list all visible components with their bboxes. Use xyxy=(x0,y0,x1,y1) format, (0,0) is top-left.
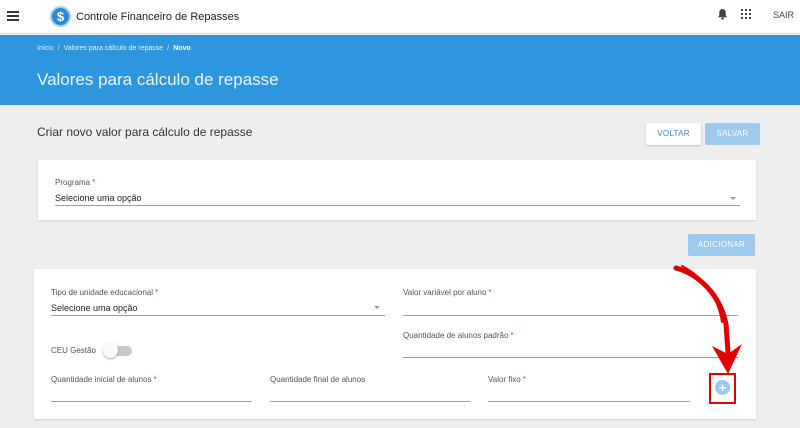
breadcrumb-item-current: Novo xyxy=(173,45,191,52)
breadcrumb-item-valores[interactable]: Valores para cálculo de repasse xyxy=(64,45,163,52)
chevron-down-icon[interactable] xyxy=(730,197,736,200)
breadcrumb-separator: / xyxy=(167,45,170,52)
top-bar: $ Controle Financeiro de Repasses SAIR xyxy=(0,0,800,34)
valor-fixo-input[interactable] xyxy=(488,401,690,402)
tipo-unidade-underline xyxy=(51,315,385,316)
required-marker: * xyxy=(92,178,96,187)
apps-grid-icon[interactable] xyxy=(741,9,751,19)
quantidade-final-input[interactable] xyxy=(270,401,470,402)
programa-select[interactable]: Selecione uma opção xyxy=(55,193,142,203)
ceu-gestao-toggle-knob[interactable] xyxy=(103,343,118,358)
quantidade-inicial-input[interactable] xyxy=(51,401,252,402)
quantidade-final-label: Quantidade final de alunos xyxy=(270,375,366,384)
valor-variavel-label: Valor variável por aluno * xyxy=(403,288,492,297)
ceu-gestao-label: CEU Gestão xyxy=(51,346,96,355)
breadcrumb-item-inicio[interactable]: Início xyxy=(37,45,54,52)
quantidade-inicial-label: Quantidade inicial de alunos * xyxy=(51,375,157,384)
form-title: Criar novo valor para cálculo de repasse xyxy=(37,125,253,139)
required-marker: * xyxy=(488,288,492,297)
required-marker: * xyxy=(155,288,159,297)
tipo-unidade-select[interactable]: Selecione uma opção xyxy=(51,303,138,313)
app-logo-icon: $ xyxy=(50,6,71,27)
add-button[interactable]: ADICIONAR xyxy=(688,234,755,256)
quantidade-padrao-label: Quantidade de alunos padrão * xyxy=(403,331,514,340)
page-title: Valores para cálculo de repasse xyxy=(37,70,279,89)
save-button[interactable]: SALVAR xyxy=(705,123,760,145)
app-title: Controle Financeiro de Repasses xyxy=(76,11,240,23)
back-button[interactable]: VOLTAR xyxy=(646,123,701,145)
required-marker: * xyxy=(510,331,514,340)
breadcrumb: Início / Valores para cálculo de repasse / N… xyxy=(37,45,191,52)
bell-icon[interactable] xyxy=(717,8,728,20)
chevron-down-icon[interactable] xyxy=(374,306,380,309)
annotation-highlight-box xyxy=(709,373,736,404)
required-marker: * xyxy=(153,375,157,384)
annotation-arrow-icon xyxy=(673,265,742,374)
tipo-unidade-label: Tipo de unidade educacional * xyxy=(51,288,159,297)
programa-card xyxy=(38,160,756,220)
valor-fixo-label: Valor fixo * xyxy=(488,375,526,384)
breadcrumb-separator: / xyxy=(57,45,60,52)
programa-label: Programa * xyxy=(55,178,96,187)
required-marker: * xyxy=(522,375,526,384)
menu-icon[interactable] xyxy=(7,11,19,21)
programa-select-underline xyxy=(55,205,740,206)
logout-link[interactable]: SAIR xyxy=(773,10,794,20)
